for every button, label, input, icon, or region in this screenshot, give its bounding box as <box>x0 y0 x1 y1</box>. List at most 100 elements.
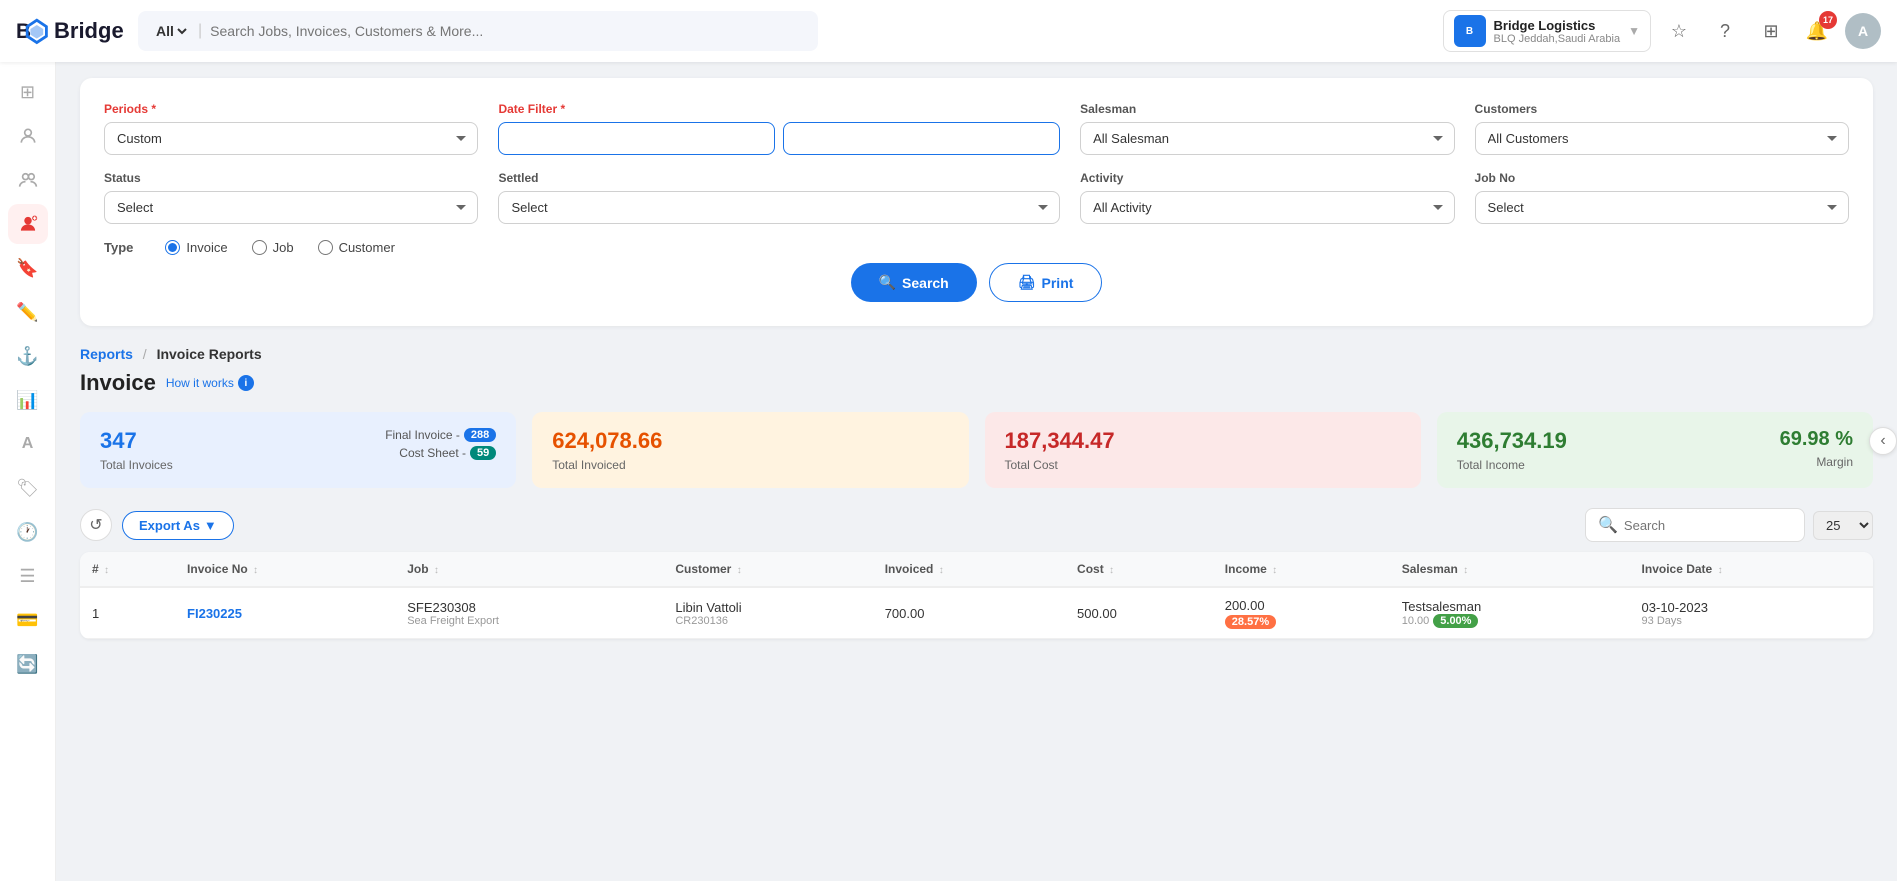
total-invoiced-label: Total Invoiced <box>552 458 948 472</box>
status-group: Status Select <box>104 171 478 224</box>
salesman-select[interactable]: All Salesman <box>1080 122 1454 155</box>
export-button[interactable]: Export As ▼ <box>122 511 234 540</box>
breadcrumb-link[interactable]: Reports <box>80 346 133 362</box>
periods-group: Periods * Custom This Month Last Month T… <box>104 102 478 155</box>
col-customer: Customer ↕ <box>663 552 872 587</box>
sidebar-item-font[interactable]: A <box>8 424 48 464</box>
sidebar-item-edit[interactable]: ✏️ <box>8 292 48 332</box>
table-controls-left: ↺ Export As ▼ <box>80 509 234 541</box>
top-nav: B Bridge All | B Bridge Logistics BLQ Je… <box>0 0 1897 62</box>
cell-cost: 500.00 <box>1065 587 1213 639</box>
company-selector[interactable]: B Bridge Logistics BLQ Jeddah,Saudi Arab… <box>1443 10 1651 52</box>
periods-label: Periods * <box>104 102 478 116</box>
stats-row: 347 Total Invoices Final Invoice - 288 C… <box>80 412 1873 488</box>
main-content: Periods * Custom This Month Last Month T… <box>56 62 1897 881</box>
svg-text:B: B <box>16 20 31 43</box>
invoice-days: 93 Days <box>1642 615 1861 627</box>
stat-income-left: 436,734.19 Total Income <box>1457 428 1567 472</box>
cell-num: 1 <box>80 587 175 639</box>
page-size-select[interactable]: 25 50 100 <box>1813 511 1873 540</box>
type-invoice-option[interactable]: Invoice <box>165 240 227 255</box>
activity-select[interactable]: All Activity <box>1080 191 1454 224</box>
avatar: A <box>1845 13 1881 49</box>
cost-sheet-badge: Cost Sheet - 59 <box>399 446 496 460</box>
col-num: # ↕ <box>80 552 175 587</box>
type-options-row: Type Invoice Job Customer <box>104 240 1849 255</box>
periods-select[interactable]: Custom This Month Last Month This Year L… <box>104 122 478 155</box>
job-type: Sea Freight Export <box>407 615 651 627</box>
salesman-amount: 10.00 <box>1402 615 1430 627</box>
activity-label: Activity <box>1080 171 1454 185</box>
nav-right: B Bridge Logistics BLQ Jeddah,Saudi Arab… <box>1443 10 1881 52</box>
col-job: Job ↕ <box>395 552 663 587</box>
income-value: 200.00 <box>1225 598 1378 613</box>
type-customer-radio[interactable] <box>318 240 333 255</box>
stat-total-income: 436,734.19 Total Income 69.98 % Margin <box>1437 412 1873 488</box>
type-customer-option[interactable]: Customer <box>318 240 395 255</box>
cell-job: SFE230308 Sea Freight Export <box>395 587 663 639</box>
sidebar-item-anchor[interactable]: ⚓ <box>8 336 48 376</box>
type-job-option[interactable]: Job <box>252 240 294 255</box>
table-header: # ↕ Invoice No ↕ Job ↕ Customer ↕ Invoic… <box>80 552 1873 587</box>
table-search-input[interactable] <box>1624 518 1792 533</box>
settled-label: Settled <box>498 171 1060 185</box>
stat-total-cost: 187,344.47 Total Cost <box>985 412 1421 488</box>
refresh-button[interactable]: ↺ <box>80 509 112 541</box>
status-select[interactable]: Select <box>104 191 478 224</box>
breadcrumb-separator: / <box>143 346 147 362</box>
filter-row-1: Periods * Custom This Month Last Month T… <box>104 102 1849 155</box>
settled-select[interactable]: Select <box>498 191 1060 224</box>
filter-card: Periods * Custom This Month Last Month T… <box>80 78 1873 326</box>
search-filter-select[interactable]: All <box>152 22 190 40</box>
jobno-label: Job No <box>1475 171 1849 185</box>
salesman-label: Salesman <box>1080 102 1454 116</box>
sidebar-item-dashboard[interactable]: ⊞ <box>8 72 48 112</box>
sidebar-item-contacts2[interactable] <box>8 160 48 200</box>
stat-income-main: 436,734.19 Total Income 69.98 % Margin <box>1457 428 1853 472</box>
invoice-link[interactable]: FI230225 <box>187 606 242 621</box>
sidebar-item-bookmark[interactable]: 🔖 <box>8 248 48 288</box>
sidebar-item-clock[interactable]: 🕐 <box>8 512 48 552</box>
jobno-select[interactable]: Select <box>1475 191 1849 224</box>
sidebar-item-contacts1[interactable] <box>8 116 48 156</box>
how-it-works-link[interactable]: How it works i <box>166 375 254 391</box>
sidebar-item-payment[interactable]: 💳 <box>8 600 48 640</box>
sidebar-collapse-btn[interactable]: ‹ <box>1869 427 1897 455</box>
date-from-input[interactable]: 01-10-2023 <box>498 122 775 155</box>
search-input[interactable] <box>210 23 804 39</box>
sidebar-item-chart[interactable]: 📊 <box>8 380 48 420</box>
salesman-values: 10.00 5.00% <box>1402 614 1618 628</box>
col-salesman: Salesman ↕ <box>1390 552 1630 587</box>
stat-margin-right: 69.98 % Margin <box>1780 428 1853 469</box>
type-invoice-radio[interactable] <box>165 240 180 255</box>
customers-select[interactable]: All Customers <box>1475 122 1849 155</box>
sidebar-item-refresh[interactable]: 🔄 <box>8 644 48 684</box>
company-dropdown-icon: ▼ <box>1628 24 1640 38</box>
print-button[interactable]: 🖨 Print <box>989 263 1103 302</box>
grid-icon-btn[interactable]: ⊞ <box>1753 13 1789 49</box>
settled-group: Settled Select <box>498 171 1060 224</box>
table-controls-right: 🔍 25 50 100 <box>1585 508 1873 542</box>
salesman-name: Testsalesman <box>1402 599 1618 614</box>
sidebar-item-tag[interactable]: 🏷 <box>8 468 48 508</box>
total-invoices-value: 347 <box>100 428 173 454</box>
help-icon-btn[interactable]: ? <box>1707 13 1743 49</box>
col-invoice-no: Invoice No ↕ <box>175 552 395 587</box>
stat-total-invoiced: 624,078.66 Total Invoiced <box>532 412 968 488</box>
margin-value: 69.98 % <box>1780 428 1853 451</box>
date-to-input[interactable]: 04-01-2024 <box>783 122 1060 155</box>
date-inputs: 01-10-2023 04-01-2024 <box>498 122 1060 155</box>
date-from-wrap: 01-10-2023 <box>498 122 775 155</box>
search-button[interactable]: 🔍 Search <box>851 263 977 302</box>
sidebar-item-list[interactable]: ☰ <box>8 556 48 596</box>
search-icon: 🔍 <box>879 274 896 291</box>
notification-btn[interactable]: 🔔 17 <box>1799 13 1835 49</box>
logo-icon: B <box>16 17 48 45</box>
star-icon-btn[interactable]: ☆ <box>1661 13 1697 49</box>
sidebar-item-active[interactable] <box>8 204 48 244</box>
cell-invoice-date: 03-10-2023 93 Days <box>1630 587 1873 639</box>
date-filter-group: Date Filter * 01-10-2023 04-01-2024 <box>498 102 1060 155</box>
stat-total-invoices: 347 Total Invoices Final Invoice - 288 C… <box>80 412 516 488</box>
date-to-wrap: 04-01-2024 <box>783 122 1060 155</box>
type-job-radio[interactable] <box>252 240 267 255</box>
